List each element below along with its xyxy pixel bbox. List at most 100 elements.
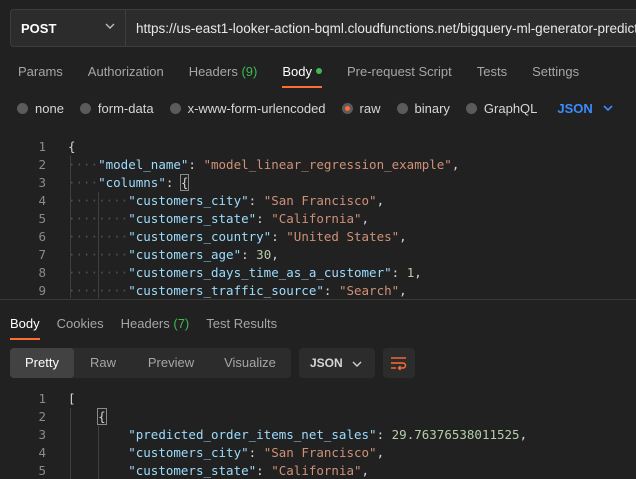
tab-body[interactable]: Body	[282, 64, 322, 88]
json-colon: :	[271, 229, 287, 244]
chevron-down-icon	[105, 23, 115, 29]
response-view-toggle: Pretty Raw Preview Visualize	[10, 348, 291, 378]
chevron-down-icon	[352, 361, 362, 367]
json-punct: ,	[399, 283, 407, 298]
indent-whitespace: ····	[68, 175, 99, 190]
json-key: "customers_city"	[128, 445, 249, 460]
tab-label: Params	[18, 64, 63, 79]
code-line: 3 ····"columns": {	[0, 174, 636, 192]
json-punct: ,	[414, 265, 422, 280]
tab-label: Tests	[476, 64, 508, 79]
code-line: 3 "predicted_order_items_net_sales": 29.…	[0, 426, 636, 444]
json-key: "customers_traffic_source"	[128, 283, 324, 298]
json-punct: ,	[376, 193, 385, 208]
code-text: "customers_city": "San Francisco",	[68, 444, 384, 462]
line-number: 2	[38, 409, 46, 424]
json-value: "California"	[271, 463, 362, 478]
request-body-editor[interactable]: 1{2 ····"model_name": "model_linear_regre…	[0, 138, 636, 298]
request-tabs: Params Authorization Headers (9) Body Pr…	[18, 64, 604, 88]
code-line: 2 {	[0, 408, 636, 426]
json-colon: :	[241, 247, 257, 262]
radio-label: raw	[359, 100, 381, 116]
line-number: 4	[38, 445, 46, 460]
radio-binary[interactable]: binary	[396, 100, 450, 116]
json-key: "predicted_order_items_net_sales"	[128, 427, 377, 442]
json-key: "customers_days_time_as_a_customer"	[128, 265, 392, 280]
wrap-lines-button[interactable]	[383, 348, 415, 378]
json-value: "United States"	[286, 229, 400, 244]
url-input[interactable]: https://us-east1-looker-action-bqml.clou…	[126, 9, 636, 47]
radio-label: x-www-form-urlencoded	[187, 100, 326, 116]
line-number: 5	[38, 463, 46, 478]
language-select[interactable]: JSON	[557, 101, 613, 116]
code-text: ····"columns": {	[68, 174, 190, 192]
response-format-select[interactable]: JSON	[299, 348, 375, 378]
tab-label: Authorization	[87, 64, 164, 79]
code-text: [	[68, 390, 76, 408]
tab-label: Settings	[532, 64, 580, 79]
json-punct: ,	[451, 157, 460, 172]
line-number: 7	[38, 247, 46, 262]
view-pretty-button[interactable]: Pretty	[10, 348, 74, 378]
json-punct: ,	[361, 463, 370, 478]
tab-response-headers[interactable]: Headers (7)	[121, 316, 190, 332]
view-raw-button[interactable]: Raw	[78, 348, 128, 378]
tab-params[interactable]: Params	[18, 64, 63, 86]
line-number: 5	[38, 211, 46, 226]
headers-count-badge: (9)	[241, 64, 258, 79]
method-label: POST	[21, 20, 57, 36]
radio-raw[interactable]: raw	[341, 100, 381, 116]
radio-none[interactable]: none	[17, 101, 64, 116]
json-colon: :	[391, 265, 407, 280]
json-punct: {	[68, 139, 76, 154]
json-value: "California"	[271, 211, 362, 226]
tab-settings[interactable]: Settings	[532, 64, 579, 86]
tab-label: Test Results	[206, 316, 278, 331]
modified-dot-icon	[315, 68, 322, 74]
tab-cookies[interactable]: Cookies	[57, 316, 104, 332]
radio-circle-icon	[396, 102, 408, 114]
json-punct: ,	[399, 229, 407, 244]
indent-guide	[70, 156, 71, 298]
pane-divider[interactable]	[0, 299, 636, 300]
tab-response-body[interactable]: Body	[10, 316, 40, 340]
tab-test-results[interactable]: Test Results	[206, 316, 277, 332]
line-number: 6	[38, 229, 46, 244]
indent-guide	[70, 408, 71, 479]
json-punct: ,	[376, 445, 385, 460]
json-punct: [	[68, 391, 76, 406]
radio-form-data[interactable]: form-data	[79, 100, 154, 116]
json-value: 30	[256, 247, 272, 262]
json-punct: ,	[271, 247, 279, 262]
view-visualize-button[interactable]: Visualize	[214, 348, 286, 378]
line-number: 3	[38, 175, 46, 190]
json-colon: :	[323, 283, 339, 298]
indent-guide	[98, 426, 99, 479]
tab-authorization[interactable]: Authorization	[88, 64, 164, 86]
radio-circle-icon	[79, 102, 91, 114]
tab-pre-request-script[interactable]: Pre-request Script	[347, 64, 452, 86]
line-number: 8	[38, 265, 46, 280]
view-preview-button[interactable]: Preview	[136, 348, 206, 378]
radio-label: binary	[414, 100, 450, 116]
radio-selected-icon	[341, 102, 353, 114]
response-tabs: Body Cookies Headers (7) Test Results	[10, 316, 294, 340]
code-line: 5 ········"customers_state": "California"…	[0, 210, 636, 228]
json-colon: :	[248, 193, 264, 208]
line-number: 3	[38, 427, 46, 442]
method-select[interactable]: POST	[10, 9, 126, 47]
code-text: ········"customers_city": "San Francisco…	[68, 192, 384, 210]
response-body-viewer[interactable]: 1[2 {3 "predicted_order_items_net_sales"…	[0, 390, 636, 479]
code-text: ········"customers_state": "California",	[68, 210, 369, 228]
tab-headers[interactable]: Headers (9)	[189, 64, 258, 86]
format-label: JSON	[310, 356, 343, 370]
line-number: 9	[38, 283, 46, 298]
json-value: 29.76376538011525	[391, 427, 520, 442]
code-line: 4 ········"customers_city": "San Francisc…	[0, 192, 636, 210]
radio-label: form-data	[97, 100, 154, 116]
radio-graphql[interactable]: GraphQL	[465, 101, 537, 116]
line-number: 4	[38, 193, 46, 208]
radio-x-www-form-urlencoded[interactable]: x-www-form-urlencoded	[169, 100, 326, 116]
tab-tests[interactable]: Tests	[477, 64, 507, 86]
